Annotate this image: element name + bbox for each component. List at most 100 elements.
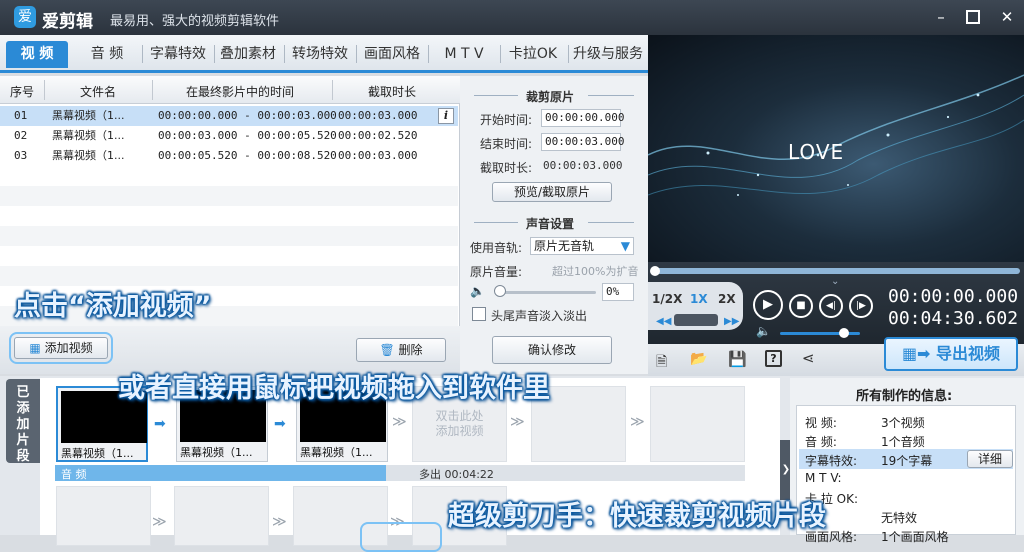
empty-slot[interactable]	[650, 386, 745, 462]
export-video-button[interactable]: ▦➡ 导出视频	[884, 337, 1018, 371]
added-clips-tab[interactable]: 已添加片段	[6, 379, 40, 464]
app-slogan: 最易用、强大的视频剪辑软件	[110, 14, 280, 29]
speaker-mute-icon[interactable]: 🔈	[470, 284, 485, 298]
table-row[interactable]: 03 黑幕视频（1... 00:00:05.520 - 00:00:08.520…	[0, 146, 458, 166]
player-volume-handle[interactable]	[839, 328, 849, 338]
annotation-drag-hint: 或者直接用鼠标把视频拖入到软件里	[118, 373, 550, 404]
info-row-video: 视 频: 3个视频	[805, 416, 925, 430]
empty-slot[interactable]	[174, 486, 269, 546]
clip-info-icon[interactable]: i	[438, 108, 454, 124]
tab-picture-style[interactable]: 画面风格	[360, 41, 424, 68]
row-duration: 00:00:03.000	[338, 149, 418, 162]
stop-icon[interactable]: ■	[789, 294, 813, 318]
clip-caption: 黑幕视频（1...	[300, 446, 373, 459]
info-title: 所有制作的信息:	[856, 389, 953, 404]
volume-label: 原片音量:	[470, 265, 523, 279]
fast-forward-icon[interactable]: ▶▶	[724, 316, 739, 327]
sound-section-title: 声音设置	[526, 217, 575, 231]
export-icon: ▦➡	[901, 344, 931, 363]
info-list: 视 频: 3个视频 音 频: 1个音频 字幕特效: 19个字幕 详细 M T V: 卡…	[796, 405, 1016, 544]
save-icon[interactable]: 💾	[728, 350, 747, 368]
previous-frame-icon[interactable]: ◀|	[819, 294, 843, 318]
rewind-icon[interactable]: ◀◀	[656, 316, 671, 327]
volume-slider-handle[interactable]	[494, 285, 506, 297]
double-chevron-icon: ≫	[272, 514, 287, 530]
double-chevron-icon: ≫	[152, 514, 167, 530]
annotation-click-add: 点击“添加视频”	[14, 291, 212, 322]
audio-overflow-label: 多出 00:04:22	[419, 468, 494, 481]
tab-mtv[interactable]: M T V	[432, 41, 496, 68]
total-time-display: 00:04:30.602	[888, 308, 1019, 329]
close-icon[interactable]: ✕	[996, 6, 1018, 28]
empty-slot[interactable]	[56, 486, 151, 546]
details-button[interactable]: 详细	[967, 450, 1013, 468]
trim-duration-value: 00:00:03.000	[543, 159, 623, 172]
arrow-right-icon: ➡	[154, 416, 166, 432]
playback-progress-handle[interactable]	[650, 266, 660, 276]
main-tab-bar: 视 频 音 频 字幕特效 叠加素材 转场特效 画面风格 M T V 卡拉OK 升…	[0, 35, 648, 73]
volume-value-field[interactable]: 0%	[602, 283, 634, 301]
film-icon: ▦	[29, 341, 41, 355]
jog-wheel[interactable]	[674, 314, 718, 326]
tab-karaoke[interactable]: 卡拉OK	[502, 41, 564, 68]
current-time-display: 00:00:00.000	[888, 286, 1019, 307]
share-icon[interactable]: ⋖	[802, 349, 815, 367]
table-row[interactable]: 02 黑幕视频（1... 00:00:03.000 - 00:00:05.520…	[0, 126, 458, 146]
row-filename: 黑幕视频（1...	[52, 149, 125, 162]
chevron-down-icon[interactable]: ⌄	[831, 276, 839, 287]
preview-trim-button[interactable]: 预览/截取原片	[492, 182, 612, 202]
speaker-icon[interactable]: 🔈	[756, 324, 771, 338]
chevron-down-icon: ▼	[620, 239, 630, 253]
table-row[interactable]: 01 黑幕视频（1... 00:00:00.000 - 00:00:03.000…	[0, 106, 458, 126]
playback-progress-bar[interactable]	[652, 268, 1020, 274]
next-frame-icon[interactable]: |▶	[849, 294, 873, 318]
row-time: 00:00:05.520 - 00:00:08.520	[158, 149, 337, 162]
speed-double-button[interactable]: 2X	[718, 292, 736, 306]
arrow-right-icon: ➡	[274, 416, 286, 432]
row-time: 00:00:03.000 - 00:00:05.520	[158, 129, 337, 142]
row-time: 00:00:00.000 - 00:00:03.000	[158, 109, 337, 122]
volume-slider[interactable]	[496, 291, 596, 294]
tab-subtitle-effects[interactable]: 字幕特效	[146, 41, 210, 68]
info-row-audio: 音 频: 1个音频	[805, 435, 925, 449]
confirm-modify-button[interactable]: 确认修改	[492, 336, 612, 364]
info-row-mtv: M T V:	[805, 471, 842, 485]
volume-hint: 超过100%为扩音	[552, 265, 639, 278]
play-icon[interactable]: ▶	[753, 290, 783, 320]
clip-table-header: 序号 文件名 在最终影片中的时间 截取时长	[0, 76, 460, 104]
speed-normal-button[interactable]: 1X	[690, 292, 708, 306]
fade-checkbox[interactable]	[472, 307, 486, 321]
new-file-icon[interactable]: 🗎	[656, 351, 667, 375]
tab-audio[interactable]: 音 频	[76, 41, 138, 68]
audio-track-bar[interactable]: 音 频 多出 00:04:22	[55, 465, 745, 481]
trim-section-title: 裁剪原片	[526, 90, 575, 104]
end-time-field[interactable]: 00:00:03.000	[541, 133, 624, 151]
col-index-header: 序号	[10, 85, 35, 99]
delete-button[interactable]: 🗑 删除	[356, 338, 446, 362]
audio-track-fill	[55, 465, 387, 481]
tab-video[interactable]: 视 频	[6, 41, 68, 68]
start-time-field[interactable]: 00:00:00.000	[541, 109, 624, 127]
app-logo-icon: 爱	[14, 6, 36, 28]
speed-panel: 1/2X 1X 2X ◀◀ ▶▶	[648, 282, 743, 330]
end-time-label: 结束时间:	[480, 137, 533, 151]
video-preview: LOVE	[648, 35, 1024, 270]
open-folder-icon[interactable]: 📂	[690, 351, 707, 367]
tab-upgrade-service[interactable]: 升级与服务	[570, 41, 646, 68]
add-video-button[interactable]: ▦ 添加视频	[14, 337, 108, 359]
maximize-icon[interactable]	[962, 6, 984, 28]
row-index: 02	[14, 129, 28, 142]
double-chevron-icon: ≫	[630, 414, 645, 430]
speed-half-button[interactable]: 1/2X	[652, 292, 682, 306]
row-filename: 黑幕视频（1...	[52, 129, 125, 142]
fade-label: 头尾声音淡入淡出	[491, 309, 588, 323]
row-index: 03	[14, 149, 28, 162]
help-icon[interactable]: ?	[765, 350, 782, 367]
tab-overlay-materials[interactable]: 叠加素材	[216, 41, 280, 68]
row-duration: 00:00:03.000	[338, 109, 418, 122]
audio-track-select[interactable]: 原片无音轨 ▼	[530, 237, 634, 255]
tab-transition-effects[interactable]: 转场特效	[288, 41, 352, 68]
row-index: 01	[14, 109, 28, 122]
minimize-icon[interactable]: –	[930, 6, 952, 28]
start-time-label: 开始时间:	[480, 113, 533, 127]
